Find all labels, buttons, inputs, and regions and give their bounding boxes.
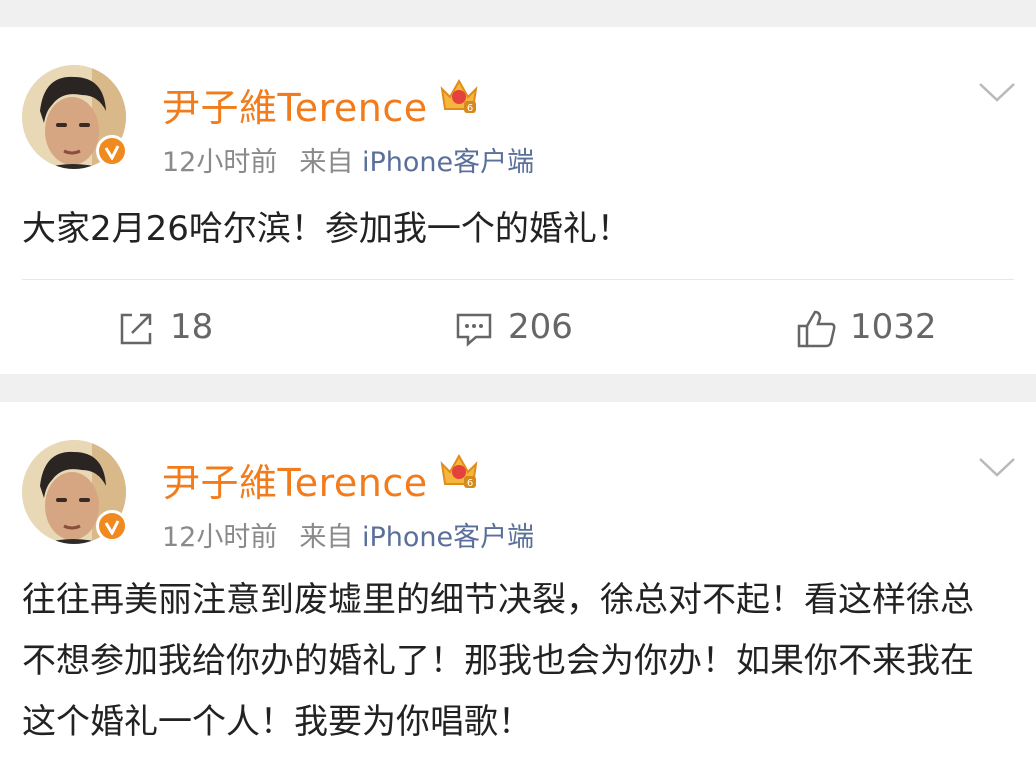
post-time: 12小时前 xyxy=(162,522,278,553)
post-source[interactable]: iPhone客户端 xyxy=(362,147,534,178)
svg-text:6: 6 xyxy=(467,103,473,114)
post-meta: 12小时前 来自 iPhone客户端 xyxy=(162,140,534,179)
action-bar: 18 206 1032 xyxy=(0,305,1036,355)
crown-icon: 6 xyxy=(438,75,480,119)
like-count: 1032 xyxy=(850,307,937,347)
repost-count: 18 xyxy=(170,307,214,347)
repost-icon xyxy=(120,313,152,345)
post-card: 尹子維Terence 6 12小时前 来自 iPhone客户端 往往再美丽注意到废… xyxy=(0,402,1036,773)
post-time: 12小时前 xyxy=(162,147,278,178)
source-prefix: 来自 xyxy=(299,147,354,178)
source-prefix: 来自 xyxy=(299,522,354,553)
post-source[interactable]: iPhone客户端 xyxy=(362,522,534,553)
verified-badge-icon xyxy=(96,510,128,542)
weibo-feed: 尹子維Terence 6 12小时前 来自 iPhone客户端 大家2月26哈尔滨… xyxy=(0,0,1036,773)
post-content: 往往再美丽注意到废墟里的细节决裂，徐总对不起！看这样徐总不想参加我给你办的婚礼了… xyxy=(22,580,974,742)
divider xyxy=(22,279,1014,280)
post-card: 尹子維Terence 6 12小时前 来自 iPhone客户端 大家2月26哈尔滨… xyxy=(0,27,1036,374)
verified-badge-icon xyxy=(96,135,128,167)
chevron-down-icon[interactable] xyxy=(978,456,1016,482)
like-icon xyxy=(797,310,836,348)
username[interactable]: 尹子維Terence xyxy=(162,77,428,132)
post-content: 大家2月26哈尔滨！参加我一个的婚礼！ xyxy=(22,209,631,249)
comment-count: 206 xyxy=(508,307,573,347)
post-meta: 12小时前 来自 iPhone客户端 xyxy=(162,515,534,554)
chevron-down-icon[interactable] xyxy=(978,81,1016,107)
crown-icon: 6 xyxy=(438,450,480,494)
svg-text:6: 6 xyxy=(467,478,473,489)
username[interactable]: 尹子維Terence xyxy=(162,452,428,507)
comment-icon xyxy=(456,313,492,347)
